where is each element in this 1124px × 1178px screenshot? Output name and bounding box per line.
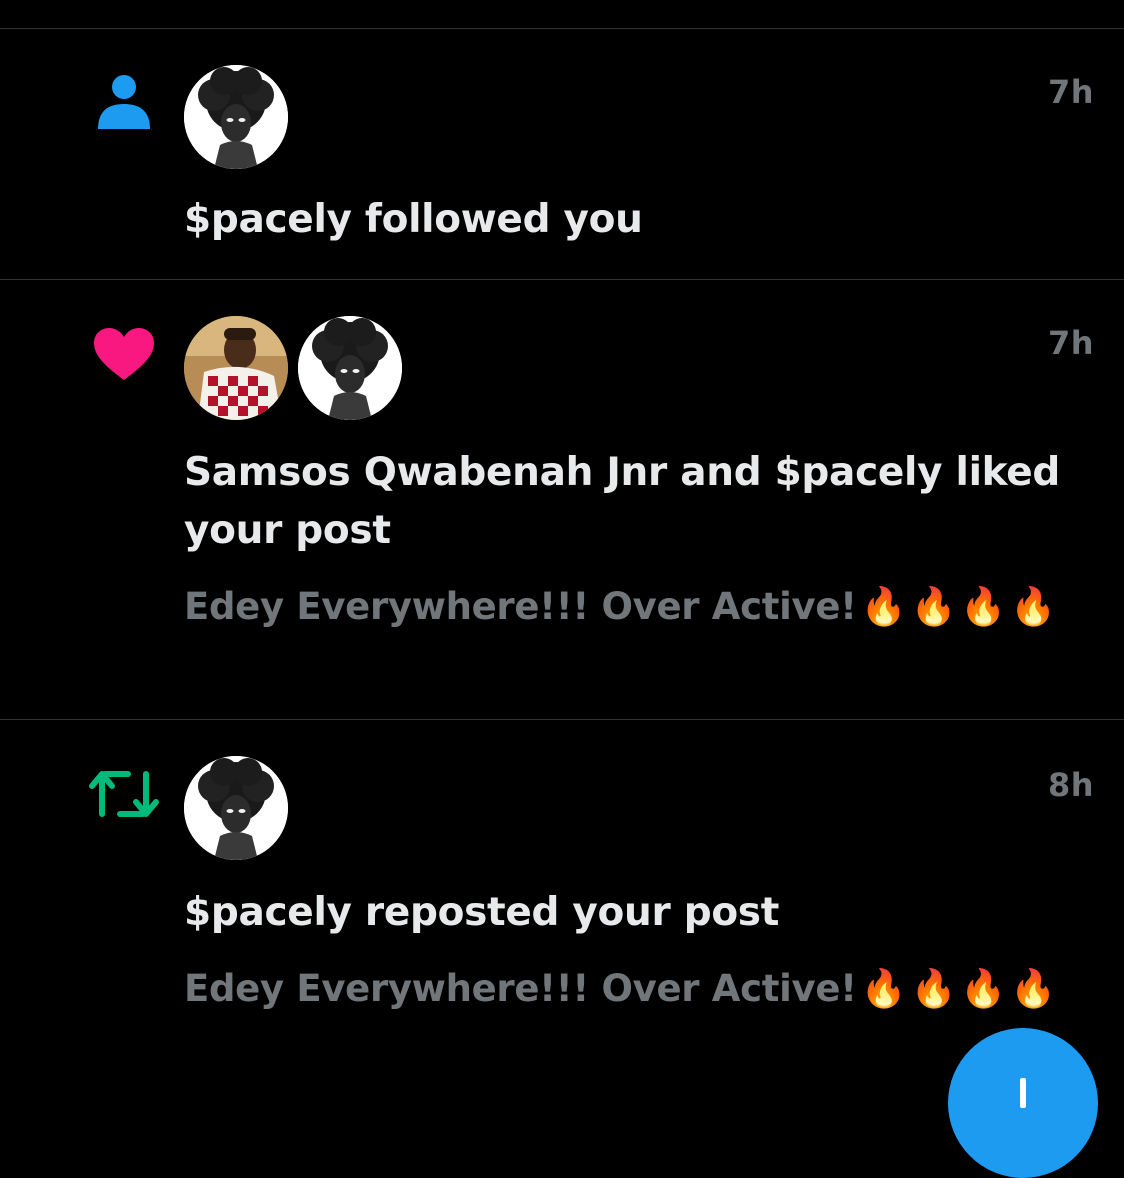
post-preview[interactable]: Edey Everywhere!!! Over Active! 🔥 🔥 🔥 🔥: [184, 960, 1064, 1018]
spacely-avatar[interactable]: [184, 756, 288, 860]
person-icon: [96, 73, 152, 135]
post-preview[interactable]: Edey Everywhere!!! Over Active! 🔥 🔥 🔥 🔥: [184, 578, 1064, 636]
notification-time: 7h: [1047, 324, 1094, 362]
post-preview-text: Edey Everywhere!!! Over Active!: [184, 967, 857, 1010]
notification-time: 7h: [1047, 73, 1094, 111]
notification-like[interactable]: 7h Samsos Qwabenah Jnr and $pacely liked…: [0, 280, 1124, 720]
fire-emoji: 🔥: [1010, 967, 1056, 1010]
spacely-avatar[interactable]: [298, 316, 402, 420]
fire-emoji: 🔥: [1010, 585, 1056, 628]
fire-emoji: 🔥: [960, 585, 1007, 628]
fire-emoji: 🔥: [960, 967, 1007, 1010]
heart-icon: [92, 326, 156, 386]
notification-follow[interactable]: 7h $pacely followed you: [0, 29, 1124, 279]
notification-headline: $pacely followed you: [184, 197, 643, 242]
post-preview-text: Edey Everywhere!!! Over Active!: [184, 585, 857, 628]
notification-repost[interactable]: 8h $pacely reposted your post Edey Every…: [0, 720, 1124, 1100]
repost-icon: [88, 766, 160, 826]
fire-emoji: 🔥: [860, 967, 907, 1010]
spacely-avatar[interactable]: [184, 65, 288, 169]
fire-emoji: 🔥: [860, 585, 907, 628]
samsos-avatar[interactable]: [184, 316, 288, 420]
fire-emoji: 🔥: [910, 967, 957, 1010]
fire-emoji: 🔥: [910, 585, 957, 628]
compose-button[interactable]: [948, 1028, 1098, 1178]
notification-time: 8h: [1047, 766, 1094, 804]
notification-headline: $pacely reposted your post: [184, 890, 780, 935]
compose-icon: [1020, 1078, 1026, 1108]
notification-headline: Samsos Qwabenah Jnr and $pacely liked yo…: [184, 450, 1060, 553]
